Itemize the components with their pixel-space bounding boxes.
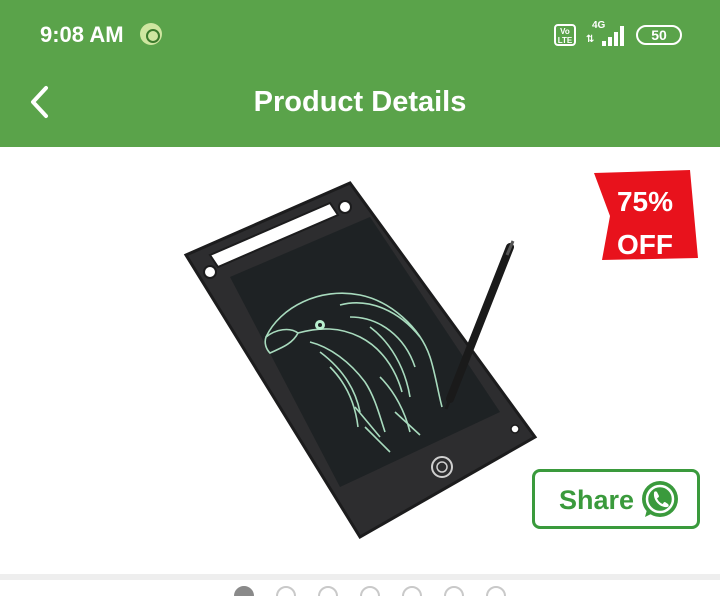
share-button[interactable]: Share [532, 469, 700, 529]
discount-badge: 75% OFF [616, 186, 674, 260]
battery-indicator: 50 [636, 25, 682, 45]
data-arrows-icon: ⇅ [586, 34, 595, 45]
carousel-dot-6[interactable] [444, 586, 464, 596]
section-divider [0, 574, 720, 580]
carousel-dot-2[interactable] [276, 586, 296, 596]
page-title: Product Details [253, 86, 467, 118]
share-label: Share [559, 485, 635, 515]
carousel-dot-5[interactable] [402, 586, 422, 596]
carousel-dot-3[interactable] [318, 586, 338, 596]
whatsapp-icon [642, 481, 678, 517]
app-header: 9:08 AM Vo LTE 4G ⇅ 50 Product Details [0, 0, 720, 147]
carousel-dot-1[interactable] [234, 586, 254, 596]
app-notification-icon [140, 23, 162, 45]
volte-icon: Vo LTE [554, 24, 576, 46]
status-time: 9:08 AM [40, 22, 124, 47]
carousel-dot-7[interactable] [486, 586, 506, 596]
carousel-dot-4[interactable] [360, 586, 380, 596]
product-image[interactable] [180, 177, 540, 547]
signal-icon [600, 26, 626, 46]
